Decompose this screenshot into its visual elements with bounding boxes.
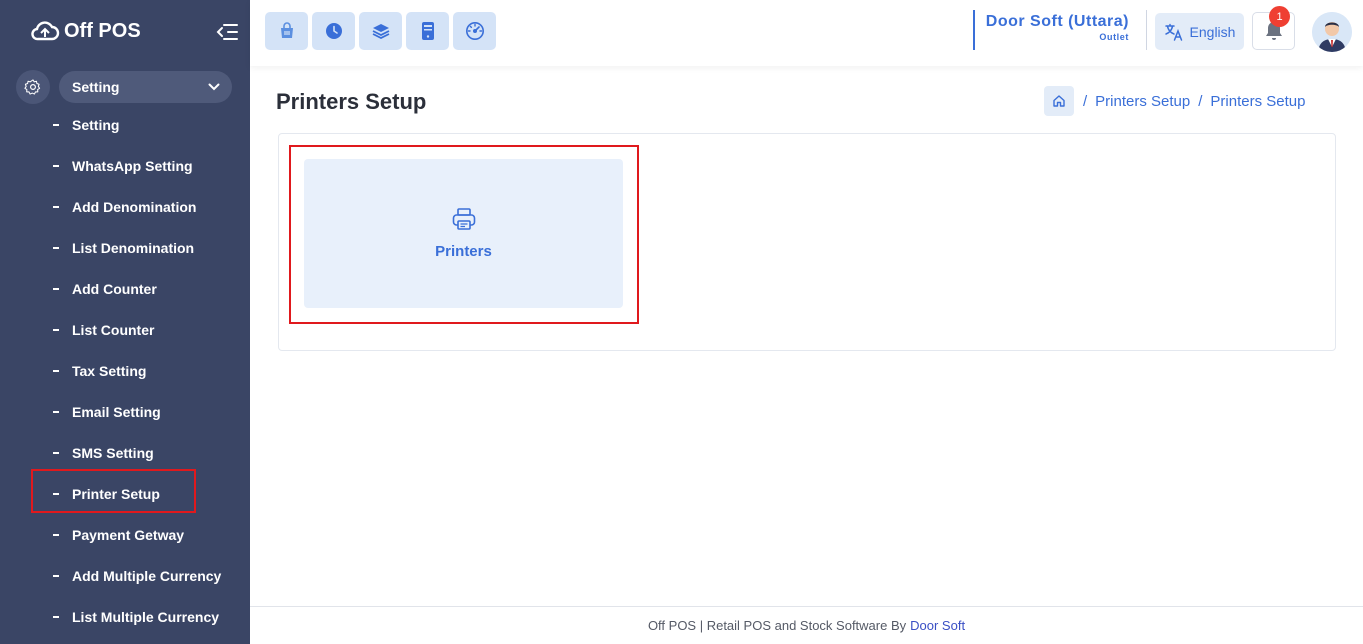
sidebar-item-label: WhatsApp Setting xyxy=(72,157,193,174)
breadcrumb: / Printers Setup / Printers Setup xyxy=(1044,86,1313,116)
breadcrumb-separator: / xyxy=(1083,92,1088,110)
sidebar-item-add-multiple-currency[interactable]: Add Multiple Currency xyxy=(0,555,250,596)
gear-icon xyxy=(16,70,50,104)
pos-basket-icon xyxy=(280,22,293,38)
sidebar-item-label: List Denomination xyxy=(72,239,195,256)
breadcrumb-separator: / xyxy=(1198,92,1203,110)
topbar: Door Soft (Uttara) Outlet English 1 xyxy=(250,0,1363,66)
setting-submenu: Setting WhatsApp Setting Add Denominatio… xyxy=(0,104,250,637)
clock-button[interactable] xyxy=(312,12,355,50)
setting-menu-header: Setting xyxy=(16,70,232,104)
tablet-button[interactable] xyxy=(406,12,449,50)
printer-setup-highlight xyxy=(31,469,196,513)
company-name: Door Soft (Uttara) xyxy=(985,13,1129,30)
sidebar-item-label: List Counter xyxy=(72,321,155,338)
footer: Off POS | Retail POS and Stock Software … xyxy=(250,606,1363,644)
sidebar-item-list-counter[interactable]: List Counter xyxy=(0,309,250,350)
translate-icon xyxy=(1164,23,1182,41)
clock-icon xyxy=(325,23,342,39)
sidebar-item-label: Add Denomination xyxy=(72,198,197,215)
sidebar-item-label: Setting xyxy=(72,116,120,133)
footer-link[interactable]: Door Soft xyxy=(910,618,965,633)
sidebar-item-label: Tax Setting xyxy=(72,362,147,379)
dashboard-button[interactable] xyxy=(453,12,496,50)
sidebar-item-whatsapp-setting[interactable]: WhatsApp Setting xyxy=(0,145,250,186)
cloud-logo-icon xyxy=(31,21,60,41)
sidebar-item-email-setting[interactable]: Email Setting xyxy=(0,391,250,432)
pos-basket-button[interactable] xyxy=(265,12,308,50)
sidebar-item-sms-setting[interactable]: SMS Setting xyxy=(0,432,250,473)
dashboard-gauge-icon xyxy=(465,22,484,40)
sidebar-item-payment-getway[interactable]: Payment Getway xyxy=(0,514,250,555)
setting-menu-label: Setting xyxy=(72,79,120,95)
layers-button[interactable] xyxy=(359,12,402,50)
sidebar-item-list-multiple-currency[interactable]: List Multiple Currency xyxy=(0,596,250,637)
page-title: Printers Setup xyxy=(276,89,427,114)
sidebar-item-tax-setting[interactable]: Tax Setting xyxy=(0,350,250,391)
user-avatar[interactable] xyxy=(1312,12,1352,52)
breadcrumb-home[interactable] xyxy=(1044,86,1074,116)
printers-tile-highlight xyxy=(289,145,639,324)
sidebar-item-label: Payment Getway xyxy=(72,526,185,543)
app-logo[interactable]: Off POS xyxy=(0,0,250,62)
home-icon xyxy=(1053,95,1065,107)
tablet-icon xyxy=(421,22,434,40)
outlet-selector[interactable]: Door Soft (Uttara) Outlet xyxy=(973,10,1139,50)
sidebar-item-label: Add Multiple Currency xyxy=(72,567,222,584)
sidebar-collapse-icon[interactable] xyxy=(216,22,238,42)
layers-icon xyxy=(372,24,389,40)
sidebar-item-label: Email Setting xyxy=(72,403,161,420)
language-label: English xyxy=(1189,23,1236,40)
sidebar-item-list-denomination[interactable]: List Denomination xyxy=(0,227,250,268)
sidebar-item-setting[interactable]: Setting xyxy=(0,104,250,145)
sidebar-item-add-counter[interactable]: Add Counter xyxy=(0,268,250,309)
setting-menu-toggle[interactable]: Setting xyxy=(59,71,232,103)
app-name: Off POS xyxy=(64,19,141,42)
footer-text: Off POS | Retail POS and Stock Software … xyxy=(647,618,907,633)
breadcrumb-item[interactable]: Printers Setup xyxy=(1095,93,1190,110)
breadcrumb-current: Printers Setup xyxy=(1210,92,1306,110)
sidebar: Off POS Setting Setting WhatsApp Setting… xyxy=(0,0,250,644)
sidebar-item-label: SMS Setting xyxy=(72,444,154,461)
sidebar-item-label: List Multiple Currency xyxy=(72,608,220,625)
sidebar-item-label: Add Counter xyxy=(72,280,157,297)
sidebar-item-add-denomination[interactable]: Add Denomination xyxy=(0,186,250,227)
language-selector[interactable]: English xyxy=(1155,13,1244,50)
notification-badge: 1 xyxy=(1269,6,1290,27)
chevron-down-icon xyxy=(208,83,220,91)
company-subtitle: Outlet xyxy=(1099,32,1129,42)
divider xyxy=(1146,10,1147,50)
